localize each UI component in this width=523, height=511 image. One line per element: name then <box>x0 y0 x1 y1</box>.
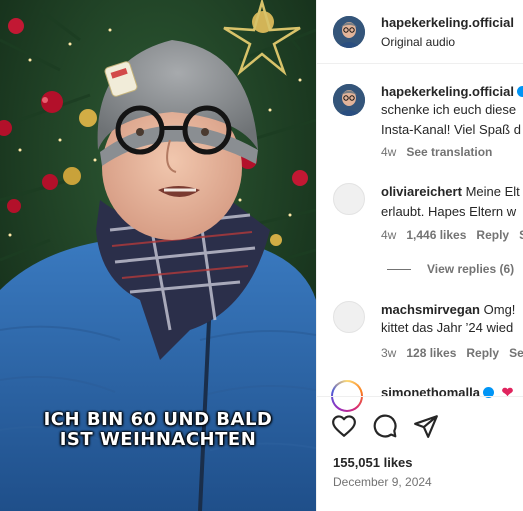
comment-icon[interactable] <box>372 413 398 439</box>
view-replies-button[interactable]: View replies (6) <box>427 262 514 276</box>
comment-likes[interactable]: 1,446 likes <box>406 228 466 242</box>
comment-time: 4w <box>381 228 397 242</box>
like-count[interactable]: 155,051 likes <box>333 455 413 470</box>
comment-meta: 4w See translation <box>381 145 492 159</box>
avatar[interactable] <box>333 84 365 116</box>
comment-time: 4w <box>381 145 397 159</box>
comment-text-line: erlaubt. Hapes Eltern w <box>381 204 517 219</box>
heart-icon[interactable] <box>331 413 357 439</box>
replies-divider <box>387 269 411 270</box>
post-side-panel: hapekerkeling.official Original audio ha… <box>316 0 523 511</box>
comment-text-line: Insta-Kanal! Viel Spaß d <box>381 122 521 137</box>
share-icon[interactable] <box>413 413 439 439</box>
comment-meta: 4w 1,446 likes Reply S <box>381 228 523 242</box>
caption-line-1: ICH BIN 60 UND BALD <box>43 409 273 430</box>
reply-button[interactable]: Reply <box>476 228 509 242</box>
comment-text-line: oliviareichert Meine Elt <box>381 184 520 199</box>
comment-extra[interactable]: S <box>519 228 523 242</box>
comment-likes[interactable]: 128 likes <box>406 346 456 360</box>
comment-text-line: kittet das Jahr ’24 wied <box>381 320 514 335</box>
post-date[interactable]: December 9, 2024 <box>333 475 432 489</box>
comment-time: 3w <box>381 346 397 360</box>
comment-username[interactable]: oliviareichert <box>381 184 462 199</box>
verified-badge-icon <box>516 86 523 97</box>
comment-author[interactable]: hapekerkeling.official <box>381 84 523 99</box>
reply-button[interactable]: Reply <box>466 346 499 360</box>
audio-label[interactable]: Original audio <box>381 35 455 49</box>
comment-meta: 3w 128 likes Reply See <box>381 346 523 360</box>
comment-extra[interactable]: See <box>509 346 523 360</box>
comment-username[interactable]: machsmirvegan <box>381 302 480 317</box>
header-username[interactable]: hapekerkeling.official <box>381 15 514 30</box>
post-header: hapekerkeling.official Original audio <box>317 0 523 64</box>
comment-text-line: schenke ich euch diese <box>381 102 517 117</box>
avatar[interactable] <box>333 183 365 215</box>
comment-text-line: machsmirvegan Omg! <box>381 302 516 317</box>
avatar[interactable] <box>333 301 365 333</box>
reel-video[interactable]: ICH BIN 60 UND BALD IST WEIHNACHTEN <box>0 0 316 511</box>
avatar[interactable] <box>333 16 365 48</box>
video-caption: ICH BIN 60 UND BALD IST WEIHNACHTEN <box>0 410 316 450</box>
action-bar: 155,051 likes December 9, 2024 <box>317 396 523 511</box>
see-translation-link[interactable]: See translation <box>406 145 492 159</box>
caption-line-2: IST WEIHNACHTEN <box>59 429 257 450</box>
